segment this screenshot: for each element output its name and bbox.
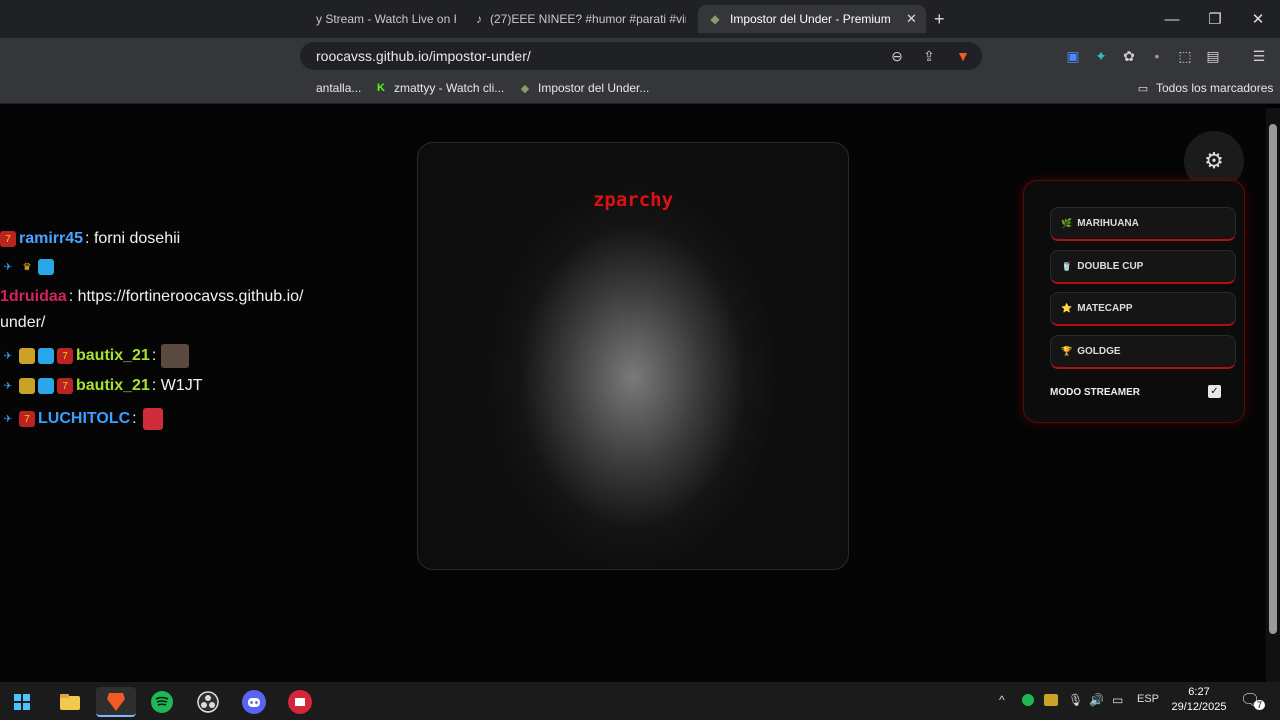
tab-title: y Stream - Watch Live on K [316,12,456,26]
new-tab-button[interactable]: + [934,5,956,33]
cube-badge-icon [38,348,54,364]
tab-impostor-active[interactable]: ◆ Impostor del Under - Premium E ✕ [698,5,926,33]
share-icon[interactable]: ⇪ [920,47,938,65]
translate-icon[interactable]: ▣ [1064,47,1082,65]
clock[interactable]: 6:27 29/12/2025 [1166,685,1232,715]
chat-message: ✈ 7 bautix_21 : W1JT [0,377,202,395]
scrollbar-thumb[interactable] [1269,124,1277,634]
address-toolbar: roocavss.github.io/impostor-under/ ⊖ ⇪ ▼… [0,38,1280,74]
clock-date: 29/12/2025 [1171,701,1227,713]
streamer-mode-label: MODO STREAMER [1050,387,1140,398]
emote-icon [142,408,163,430]
chat-message: 1druidaa : https://fortineroocavss.githu… [0,288,304,305]
zoom-icon[interactable]: ⊖ [888,47,906,65]
site-icon: ◆ [710,12,720,26]
folder-icon: ▭ [1137,82,1149,95]
volume-icon[interactable]: 🔊 [1089,693,1104,707]
extensions-puzzle-icon[interactable]: ⬚ [1176,47,1194,65]
tiktok-icon: ♪ [476,12,482,26]
settings-panel: 🌿 MARIHUANA 🥤 DOUBLE CUP ⭐ MATECAPP 🏆 GO… [1023,180,1245,423]
badge-icon [19,348,35,364]
bookmarks-bar: antalla... K zmattyy - Watch cli... ◆ Im… [0,74,1280,104]
sidebar-icon[interactable]: ▤ [1204,47,1222,65]
leaf-icon: 🌿 [1061,218,1073,228]
discord-icon[interactable] [234,687,274,717]
spotify-icon[interactable] [142,687,182,717]
cup-icon: 🥤 [1061,261,1073,271]
brave-icon[interactable] [96,687,136,717]
obs-icon[interactable] [188,687,228,717]
menu-icon[interactable]: ☰ [1250,47,1268,65]
restore-icon[interactable]: ❐ [1195,6,1235,32]
cube-badge-icon [38,378,54,394]
scrollbar[interactable] [1266,108,1280,682]
kick-icon: K [377,82,385,94]
tab-title: (27)EEE NINEE? #humor #parati #vira [490,12,686,26]
bookmark-item[interactable]: K zmattyy - Watch cli... [374,81,504,95]
chat-message: ✈ 7 LUCHITOLC : [0,408,166,430]
chat-message: ✈ ♛ [0,259,57,275]
brave-shields-icon[interactable]: ▼ [954,47,972,65]
chat-message: 7 ramirr45 : forni dosehii [0,230,180,248]
close-tab-icon[interactable]: ✕ [906,11,917,27]
bookmark-item[interactable]: antalla... [316,81,361,95]
trophy-icon: 🏆 [1061,346,1073,356]
crown-badge-icon: ♛ [22,261,32,273]
chat-message: under/ [0,314,46,331]
clock-time: 6:27 [1188,686,1210,698]
badge-icon: 7 [57,348,73,364]
tray-app-icon[interactable] [1044,694,1058,706]
url-text: roocavss.github.io/impostor-under/ [316,48,531,64]
network-icon[interactable]: ▭ [1112,693,1123,707]
sword-badge-icon: ✈ [3,380,13,392]
badge-icon [19,378,35,394]
chat-message: ✈ 7 bautix_21 : [0,344,192,368]
windows-start-icon[interactable] [2,687,42,717]
tab-title: Impostor del Under - Premium E [730,12,892,26]
status-icon[interactable] [1022,694,1034,706]
badge-icon: 7 [19,411,35,427]
extension-icon[interactable]: ✿ [1120,47,1138,65]
badge-icon: 7 [0,231,16,247]
extension-icon[interactable]: ✦ [1092,47,1110,65]
tab-kick-stream[interactable]: y Stream - Watch Live on K [316,5,456,33]
game-card[interactable]: zparchy [417,142,849,570]
browser-tab-bar: y Stream - Watch Live on K ♪ (27)EEE NIN… [0,0,1280,38]
sword-badge-icon: ✈ [3,350,13,362]
microphone-icon[interactable]: 🎙 [1068,693,1083,707]
star-icon: ⭐ [1061,303,1073,313]
minimize-icon[interactable]: — [1152,6,1192,32]
all-bookmarks[interactable]: ▭ Todos los marcadores [1136,81,1274,95]
app-icon[interactable] [280,687,320,717]
streamer-mode-checkbox[interactable]: ✓ [1208,385,1221,398]
option-double-cup[interactable]: 🥤 DOUBLE CUP [1050,250,1236,284]
option-matecapp[interactable]: ⭐ MATECAPP [1050,292,1236,326]
emote-icon [161,344,190,368]
language-indicator[interactable]: ESP [1137,693,1159,705]
sword-badge-icon: ✈ [3,261,13,273]
option-goldge[interactable]: 🏆 GOLDGE [1050,335,1236,369]
tab-tiktok[interactable]: ♪ (27)EEE NINEE? #humor #parati #vira [476,5,686,33]
file-explorer-icon[interactable] [50,687,90,717]
address-bar[interactable]: roocavss.github.io/impostor-under/ ⊖ ⇪ ▼ [300,42,982,70]
option-marihuana[interactable]: 🌿 MARIHUANA [1050,207,1236,241]
chevron-up-icon[interactable]: ^ [999,693,1005,707]
notification-count: 7 [1254,700,1266,710]
sword-badge-icon: ✈ [3,413,13,425]
site-icon: ◆ [520,82,530,95]
card-title: zparchy [592,189,674,211]
badge-icon: 7 [57,378,73,394]
close-window-icon[interactable]: ✕ [1238,6,1278,32]
extension-icon[interactable]: • [1148,47,1166,65]
bookmark-item[interactable]: ◆ Impostor del Under... [518,81,650,95]
cube-badge-icon [38,259,54,275]
windows-taskbar: ^ 🎙 🔊 ▭ ESP 6:27 29/12/2025 🗨 7 [0,682,1280,720]
